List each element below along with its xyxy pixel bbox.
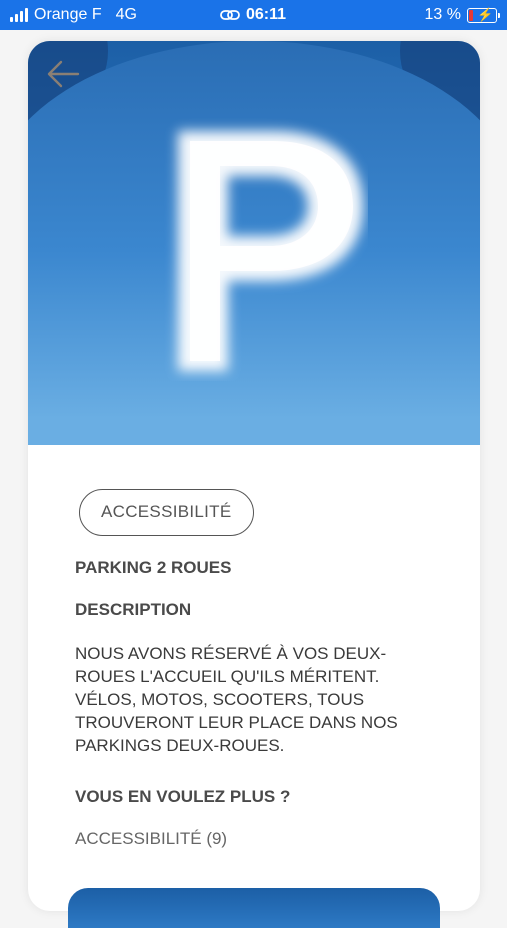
clock: 06:11 — [246, 6, 287, 23]
link-icon — [220, 10, 240, 20]
carrier-name: Orange F — [34, 6, 102, 23]
detail-content: ACCESSIBILITÉ PARKING 2 ROUES DESCRIPTIO… — [28, 445, 480, 849]
signal-icon — [10, 8, 28, 22]
detail-card: ACCESSIBILITÉ PARKING 2 ROUES DESCRIPTIO… — [28, 41, 480, 911]
network-type: 4G — [115, 6, 137, 23]
status-bar: Orange F 4G 06:11 13 % ⚡ — [0, 0, 507, 30]
status-right: 13 % ⚡ — [424, 6, 500, 24]
item-title: PARKING 2 ROUES — [75, 558, 232, 577]
battery-percent: 13 % — [424, 6, 461, 23]
description-text: NOUS AVONS RÉSERVÉ À VOS DEUX-ROUES L'AC… — [75, 644, 398, 755]
description-heading: DESCRIPTION — [75, 600, 192, 619]
more-link[interactable]: ACCESSIBILITÉ (9) — [75, 829, 480, 849]
category-tag[interactable]: ACCESSIBILITÉ — [79, 489, 254, 536]
next-card-preview[interactable] — [68, 888, 440, 928]
battery-icon: ⚡ — [467, 6, 500, 23]
cloud-letter-p-icon — [178, 131, 363, 371]
back-button[interactable] — [46, 59, 80, 89]
hero-image — [28, 41, 480, 445]
status-left: Orange F 4G — [10, 6, 137, 24]
charging-icon: ⚡ — [477, 6, 494, 22]
status-center: 06:11 — [220, 6, 286, 24]
battery-level — [469, 9, 473, 21]
more-heading: VOUS EN VOULEZ PLUS ? — [75, 787, 291, 806]
